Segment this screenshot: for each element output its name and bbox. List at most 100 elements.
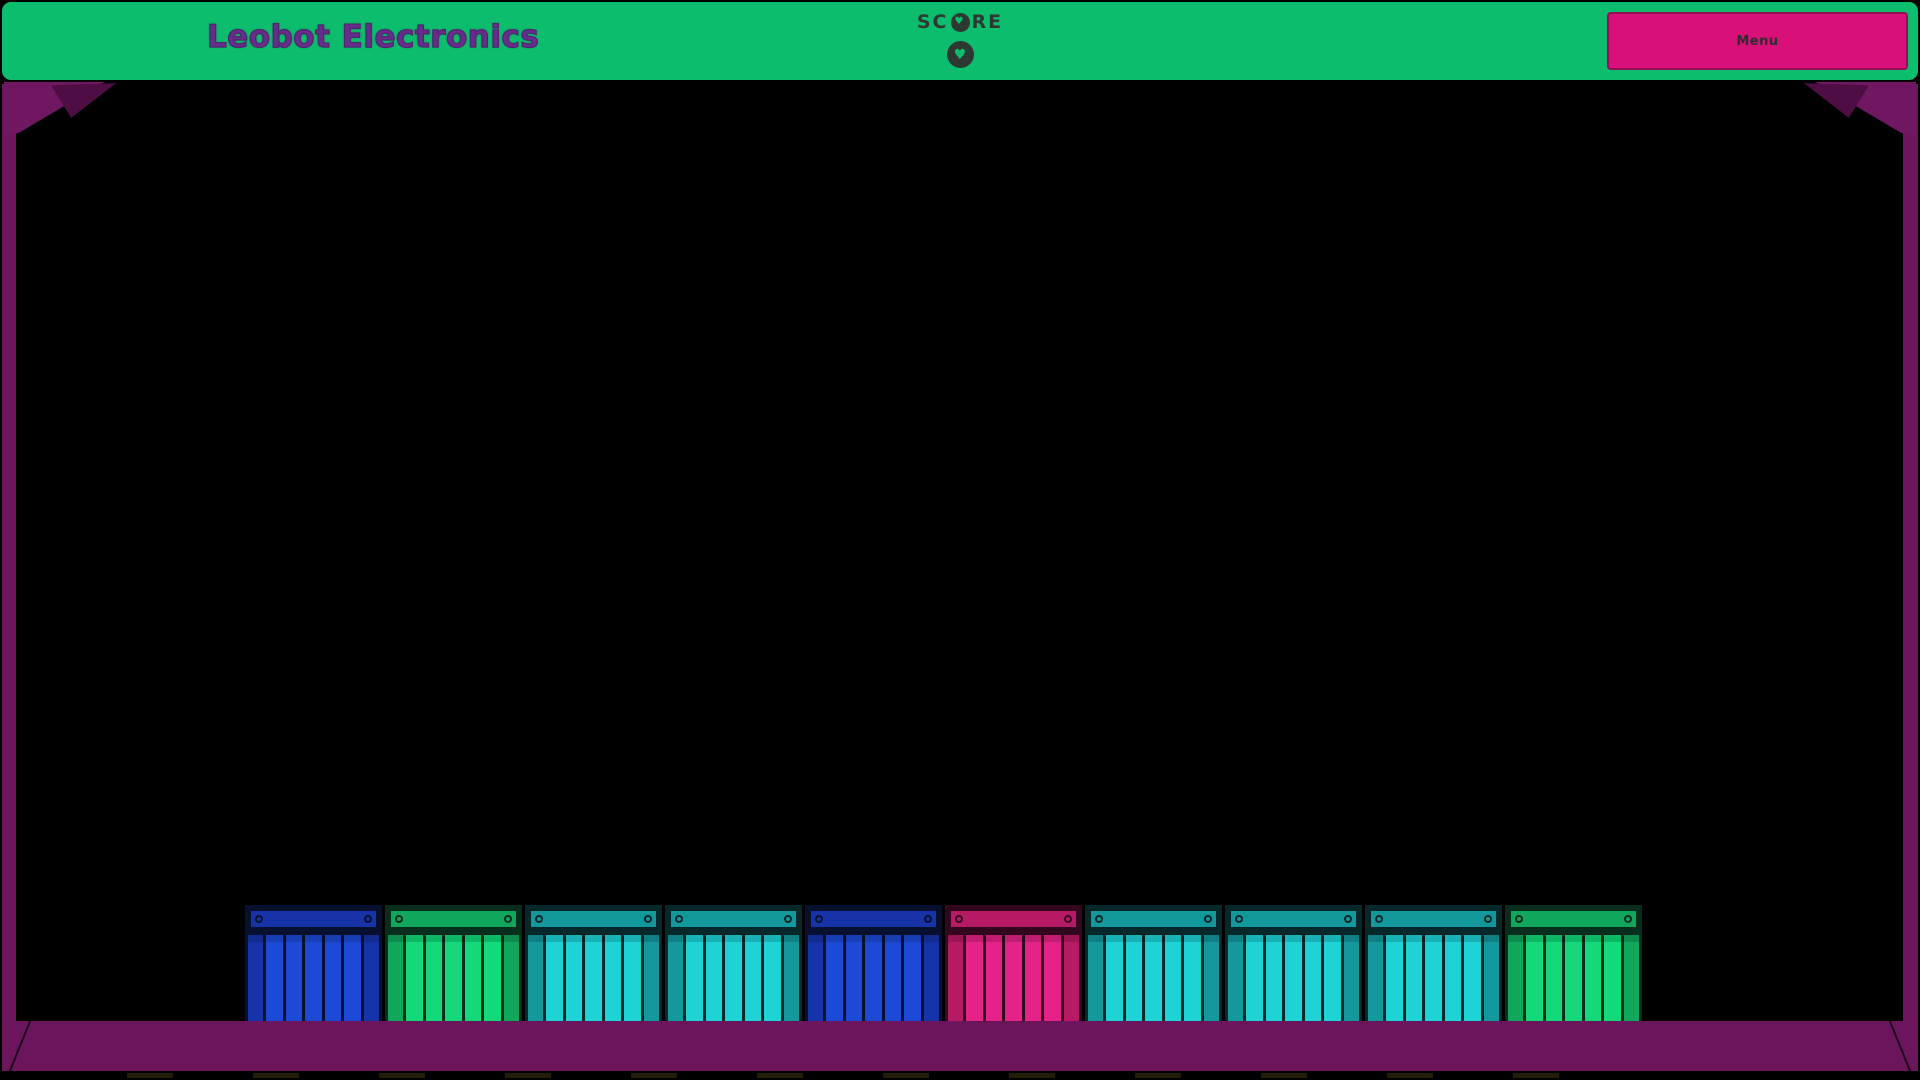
crate-green-2[interactable] <box>385 905 522 1031</box>
bolt-icon <box>955 915 963 923</box>
bolt-icon <box>1344 915 1352 923</box>
crate-slats <box>668 935 799 1031</box>
bolt-icon <box>1235 915 1243 923</box>
crate-edge-slat <box>388 935 403 1031</box>
bolt-icon <box>1375 915 1383 923</box>
crate-edge-slat <box>668 935 683 1031</box>
crate-edge-slat <box>808 935 823 1031</box>
crate-slat <box>826 935 843 1031</box>
crate-lid <box>248 908 379 930</box>
crate-slat <box>426 935 443 1031</box>
crate-slat <box>344 935 361 1031</box>
crate-slat <box>904 935 921 1031</box>
crate-slat <box>1044 935 1061 1031</box>
crate-blue-1[interactable] <box>245 905 382 1031</box>
crate-edge-slat <box>364 935 379 1031</box>
menu-button-label: Menu <box>1736 34 1778 49</box>
floor-mark <box>757 1073 803 1078</box>
crate-slat <box>1145 935 1162 1031</box>
frame-corner-brace-top-left <box>4 82 116 138</box>
crate-slats <box>1508 935 1639 1031</box>
crate-slat <box>1526 935 1543 1031</box>
crate-slats <box>1368 935 1499 1031</box>
crate-pink-6[interactable] <box>945 905 1082 1031</box>
crates-row <box>245 905 1642 1031</box>
crate-slat <box>1604 935 1621 1031</box>
floor-mark <box>1009 1073 1055 1078</box>
crate-edge-slat <box>1624 935 1639 1031</box>
crate-teal-4[interactable] <box>665 905 802 1031</box>
crate-edge-slat <box>784 935 799 1031</box>
frame-bottom-bar <box>2 1021 1918 1071</box>
crate-slat <box>1285 935 1302 1031</box>
bolt-icon <box>255 915 263 923</box>
crate-slat <box>484 935 501 1031</box>
bolt-icon <box>395 915 403 923</box>
crate-lid <box>388 908 519 930</box>
crate-slats <box>528 935 659 1031</box>
crate-slat <box>885 935 902 1031</box>
crate-slat <box>605 935 622 1031</box>
crate-slat <box>1464 935 1481 1031</box>
crate-edge-slat <box>1368 935 1383 1031</box>
crate-slat <box>325 935 342 1031</box>
crate-slat <box>266 935 283 1031</box>
bolt-icon <box>1064 915 1072 923</box>
bolt-icon <box>1484 915 1492 923</box>
crate-slat <box>546 935 563 1031</box>
floor-mark <box>1513 1073 1559 1078</box>
floor-mark <box>883 1073 929 1078</box>
crate-edge-slat <box>1204 935 1219 1031</box>
crate-lid <box>1508 908 1639 930</box>
crate-slats <box>1088 935 1219 1031</box>
crate-teal-7[interactable] <box>1085 905 1222 1031</box>
frame-left-border <box>2 84 16 1071</box>
crate-slats <box>948 935 1079 1031</box>
crate-slat <box>585 935 602 1031</box>
floor-mark <box>127 1073 173 1078</box>
frame-miter-seam-bottom-left <box>2 1021 38 1071</box>
crate-slat <box>1324 935 1341 1031</box>
crate-green-10[interactable] <box>1505 905 1642 1031</box>
crate-edge-slat <box>248 935 263 1031</box>
crate-slat <box>465 935 482 1031</box>
crate-edge-slat <box>644 935 659 1031</box>
crate-teal-9[interactable] <box>1365 905 1502 1031</box>
frame-corner-brace-top-right <box>1804 82 1916 138</box>
crate-slat <box>1106 935 1123 1031</box>
crate-edge-slat <box>504 935 519 1031</box>
crate-edge-slat <box>1484 935 1499 1031</box>
crate-slat <box>1386 935 1403 1031</box>
crate-blue-5[interactable] <box>805 905 942 1031</box>
crate-teal-8[interactable] <box>1225 905 1362 1031</box>
crate-slat <box>1305 935 1322 1031</box>
crate-teal-3[interactable] <box>525 905 662 1031</box>
crate-slat <box>1266 935 1283 1031</box>
crate-lid <box>1228 908 1359 930</box>
floor-mark <box>1387 1073 1433 1078</box>
bolt-icon <box>784 915 792 923</box>
bolt-icon <box>535 915 543 923</box>
crate-edge-slat <box>924 935 939 1031</box>
crate-slat <box>706 935 723 1031</box>
bolt-icon <box>1095 915 1103 923</box>
crate-slat <box>566 935 583 1031</box>
crate-slat <box>686 935 703 1031</box>
floor-mark <box>253 1073 299 1078</box>
floor-mark <box>505 1073 551 1078</box>
bolt-icon <box>644 915 652 923</box>
crate-slat <box>1546 935 1563 1031</box>
bolt-icon <box>1624 915 1632 923</box>
bolt-icon <box>924 915 932 923</box>
menu-button[interactable]: Menu <box>1607 12 1908 70</box>
crate-edge-slat <box>1088 935 1103 1031</box>
crate-lid <box>1088 908 1219 930</box>
crate-slat <box>305 935 322 1031</box>
bolt-icon <box>1204 915 1212 923</box>
crate-lid <box>668 908 799 930</box>
crate-edge-slat <box>1344 935 1359 1031</box>
crate-edge-slat <box>1228 935 1243 1031</box>
crate-lid <box>528 908 659 930</box>
crate-slat <box>764 935 781 1031</box>
crate-slat <box>1246 935 1263 1031</box>
